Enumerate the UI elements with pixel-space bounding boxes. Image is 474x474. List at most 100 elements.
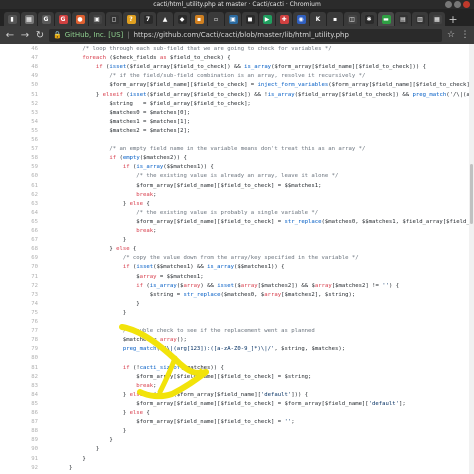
tab-icon: 7 <box>143 14 153 24</box>
line-number[interactable]: 83 <box>10 382 38 391</box>
line-number[interactable]: 49 <box>10 72 38 81</box>
maximize-icon[interactable] <box>454 1 461 8</box>
line-number[interactable]: 62 <box>10 191 38 200</box>
line-number[interactable]: 82 <box>10 373 38 382</box>
browser-tab[interactable]: ▬ <box>378 12 394 26</box>
code-line: 89 } <box>0 436 474 445</box>
line-number[interactable]: 60 <box>10 172 38 181</box>
star-icon[interactable]: ☆ <box>446 30 456 40</box>
browser-tab[interactable]: G <box>55 12 71 26</box>
line-number[interactable]: 90 <box>10 445 38 454</box>
line-number[interactable]: 87 <box>10 418 38 427</box>
line-number[interactable]: 81 <box>10 364 38 373</box>
line-number[interactable]: 76 <box>10 318 38 327</box>
browser-tab[interactable]: ◫ <box>344 12 360 26</box>
address-bar[interactable]: 🔒 GitHub, Inc. [US] | https://github.com… <box>49 28 442 42</box>
code-line: 48 if (isset($field_array[$field_to_chec… <box>0 63 474 72</box>
line-number[interactable]: 56 <box>10 136 38 145</box>
line-number[interactable]: 79 <box>10 345 38 354</box>
menu-icon[interactable]: ⋮ <box>460 30 470 40</box>
line-number[interactable]: 63 <box>10 200 38 209</box>
line-number[interactable]: 75 <box>10 309 38 318</box>
line-number[interactable]: 72 <box>10 282 38 291</box>
line-number[interactable]: 91 <box>10 455 38 464</box>
scrollbar-thumb[interactable] <box>470 164 473 224</box>
scrollbar[interactable] <box>469 44 474 474</box>
browser-tab[interactable]: ▪ <box>191 12 207 26</box>
code-text: break; <box>136 191 157 198</box>
line-number[interactable]: 55 <box>10 127 38 136</box>
line-number[interactable]: 92 <box>10 464 38 473</box>
minimize-icon[interactable] <box>445 1 452 8</box>
browser-tab[interactable]: 7 <box>140 12 156 26</box>
browser-tab[interactable]: ▣ <box>89 12 105 26</box>
code-line: 66 break; <box>0 227 474 236</box>
browser-tab[interactable]: ◼ <box>242 12 258 26</box>
line-number[interactable]: 68 <box>10 245 38 254</box>
code-line: 92 } <box>0 464 474 473</box>
browser-tab[interactable]: ▥ <box>412 12 428 26</box>
browser-tab[interactable]: ✚ <box>276 12 292 26</box>
line-number[interactable]: 47 <box>10 54 38 63</box>
browser-tab[interactable]: ▫ <box>208 12 224 26</box>
browser-tab[interactable]: ▶ <box>259 12 275 26</box>
code-line: 79 preg_match('/\|(arg[123]):([a-zA-Z0-9… <box>0 345 474 354</box>
line-number[interactable]: 78 <box>10 336 38 345</box>
browser-tab[interactable]: ▣ <box>225 12 241 26</box>
line-number[interactable]: 67 <box>10 236 38 245</box>
browser-tab[interactable]: ▮ <box>4 12 20 26</box>
tab-icon: ▪ <box>194 14 204 24</box>
code-text: $matches1 = $matches[1]; <box>42 118 191 125</box>
line-number[interactable]: 73 <box>10 291 38 300</box>
back-arrow-icon[interactable]: ← <box>4 29 16 41</box>
line-number[interactable]: 65 <box>10 218 38 227</box>
browser-tab[interactable]: ▦ <box>21 12 37 26</box>
code-line: 84 } elseif (isset($form_array[$field_na… <box>0 391 474 400</box>
line-number[interactable]: 85 <box>10 400 38 409</box>
code-line: 64 /* the existing value is probably a s… <box>0 209 474 218</box>
line-number[interactable]: 53 <box>10 109 38 118</box>
code-text: $string = str_replace($matches0, $array[… <box>42 291 356 298</box>
browser-tab[interactable]: ◉ <box>293 12 309 26</box>
line-number[interactable]: 80 <box>10 354 38 363</box>
line-number[interactable]: 58 <box>10 154 38 163</box>
tab-icon: ✚ <box>279 14 289 24</box>
line-number[interactable]: 57 <box>10 145 38 154</box>
forward-arrow-icon[interactable]: → <box>19 29 31 41</box>
browser-tab[interactable]: ▲ <box>157 12 173 26</box>
line-number[interactable]: 74 <box>10 300 38 309</box>
line-number[interactable]: 59 <box>10 163 38 172</box>
browser-tab[interactable]: ▦ <box>429 12 445 26</box>
line-number[interactable]: 86 <box>10 409 38 418</box>
browser-tab[interactable]: ▤ <box>395 12 411 26</box>
browser-tab[interactable]: K <box>310 12 326 26</box>
close-icon[interactable] <box>463 1 470 8</box>
browser-tab[interactable]: ? <box>123 12 139 26</box>
line-number[interactable]: 77 <box>10 327 38 336</box>
line-number[interactable]: 51 <box>10 91 38 100</box>
line-number[interactable]: 89 <box>10 436 38 445</box>
browser-tab[interactable]: ● <box>72 12 88 26</box>
line-number[interactable]: 88 <box>10 427 38 436</box>
line-number[interactable]: 84 <box>10 391 38 400</box>
new-tab-icon[interactable]: + <box>446 12 460 26</box>
browser-tab[interactable]: ▪ <box>327 12 343 26</box>
browser-tab[interactable]: ◆ <box>174 12 190 26</box>
line-number[interactable]: 48 <box>10 63 38 72</box>
line-number[interactable]: 50 <box>10 81 38 90</box>
line-number[interactable]: 71 <box>10 273 38 282</box>
line-number[interactable]: 61 <box>10 182 38 191</box>
reload-icon[interactable]: ↻ <box>34 29 46 41</box>
line-number[interactable]: 46 <box>10 45 38 54</box>
browser-tab[interactable]: G <box>38 12 54 26</box>
line-number[interactable]: 54 <box>10 118 38 127</box>
code-line: 56 <box>0 136 474 145</box>
browser-tab[interactable]: ◻ <box>106 12 122 26</box>
browser-tab[interactable]: ✱ <box>361 12 377 26</box>
line-number[interactable]: 66 <box>10 227 38 236</box>
code-text: break; <box>136 228 157 234</box>
line-number[interactable]: 69 <box>10 254 38 263</box>
line-number[interactable]: 52 <box>10 100 38 109</box>
line-number[interactable]: 70 <box>10 263 38 272</box>
line-number[interactable]: 64 <box>10 209 38 218</box>
